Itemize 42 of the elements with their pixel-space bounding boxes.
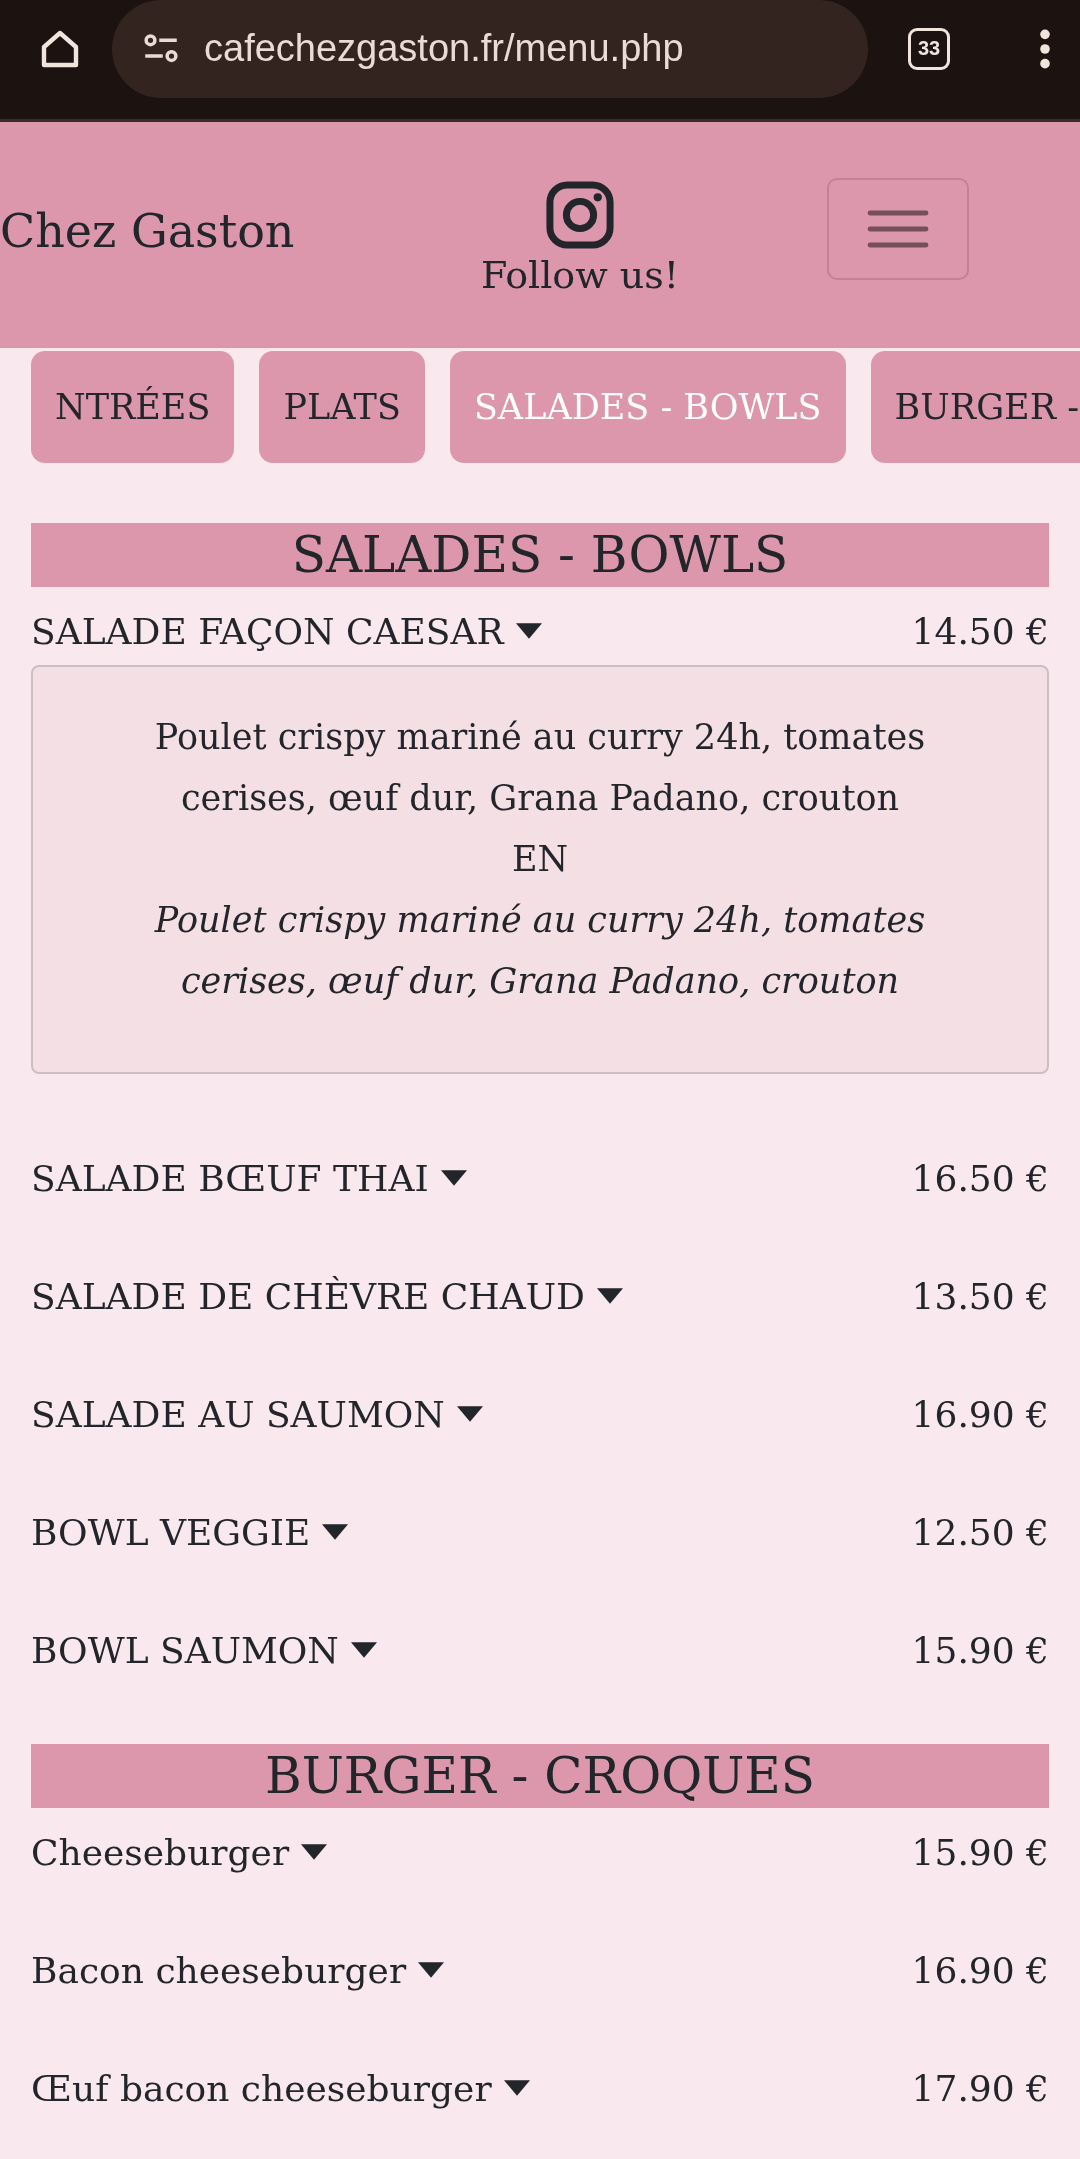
section-heading: BURGER - CROQUES	[31, 1744, 1049, 1808]
dish-toggle[interactable]: Œuf bacon cheeseburger	[31, 2067, 530, 2109]
category-tab[interactable]: BURGER -	[870, 351, 1080, 463]
menu-button[interactable]	[827, 178, 969, 280]
dish-toggle[interactable]: SALADE BŒUF THAI	[31, 1157, 467, 1199]
category-tab[interactable]: PLATS	[259, 351, 425, 463]
dish-toggle[interactable]: SALADE DE CHÈVRE CHAUD	[31, 1275, 623, 1317]
caret-icon	[440, 1170, 467, 1186]
dish-toggle[interactable]: BOWL SAUMON	[31, 1629, 377, 1671]
dish-price: 16.90 €	[911, 1393, 1049, 1435]
dish-price: 16.50 €	[911, 1157, 1049, 1199]
dish-price: 13.50 €	[911, 1275, 1049, 1317]
dish-price: 12.50 €	[911, 1511, 1049, 1553]
dish-toggle[interactable]: BOWL VEGGIE	[31, 1511, 349, 1553]
address-bar[interactable]: cafechezgaston.fr/menu.php	[112, 0, 868, 98]
more-options-icon[interactable]	[1038, 28, 1052, 69]
caret-icon	[322, 1524, 349, 1540]
follow-text: Follow us!	[480, 253, 680, 297]
tab-count-button[interactable]: 33	[908, 27, 950, 70]
caret-icon	[596, 1288, 623, 1304]
section-heading: SALADES - BOWLS	[31, 523, 1049, 587]
dish-description: Poulet crispy mariné au curry 24h, tomates cerises, œuf dur, Grana Padano, crouton	[153, 716, 927, 820]
caret-icon	[350, 1642, 377, 1658]
caret-icon	[515, 623, 542, 639]
dish-toggle[interactable]: Cheeseburger	[31, 1831, 328, 1873]
dish-price: 14.50 €	[911, 610, 1049, 652]
dish-toggle[interactable]: Bacon cheeseburger	[31, 1949, 445, 1991]
dish-toggle[interactable]: SALADE AU SAUMON	[31, 1393, 483, 1435]
dish-price: 15.90 €	[911, 1831, 1049, 1873]
dish-price: 15.90 €	[911, 1629, 1049, 1671]
url-text: cafechezgaston.fr/menu.php	[204, 27, 684, 70]
caret-icon	[418, 1962, 445, 1978]
caret-icon	[456, 1406, 483, 1422]
caret-icon	[503, 2080, 530, 2096]
english-description: Poulet crispy mariné au curry 24h, tomates cerises, œuf dur, Grana Padano, crouton	[153, 899, 927, 1003]
caret-icon	[301, 1844, 328, 1860]
dish-toggle[interactable]: SALADE FAÇON CAESAR	[31, 610, 542, 652]
category-tab[interactable]: NTRÉES	[31, 351, 235, 463]
brand-name[interactable]: Chez Gaston	[0, 204, 440, 258]
dish-price: 17.90 €	[911, 2067, 1049, 2109]
dish-price: 16.90 €	[911, 1949, 1049, 1991]
language-label: EN	[510, 838, 570, 881]
